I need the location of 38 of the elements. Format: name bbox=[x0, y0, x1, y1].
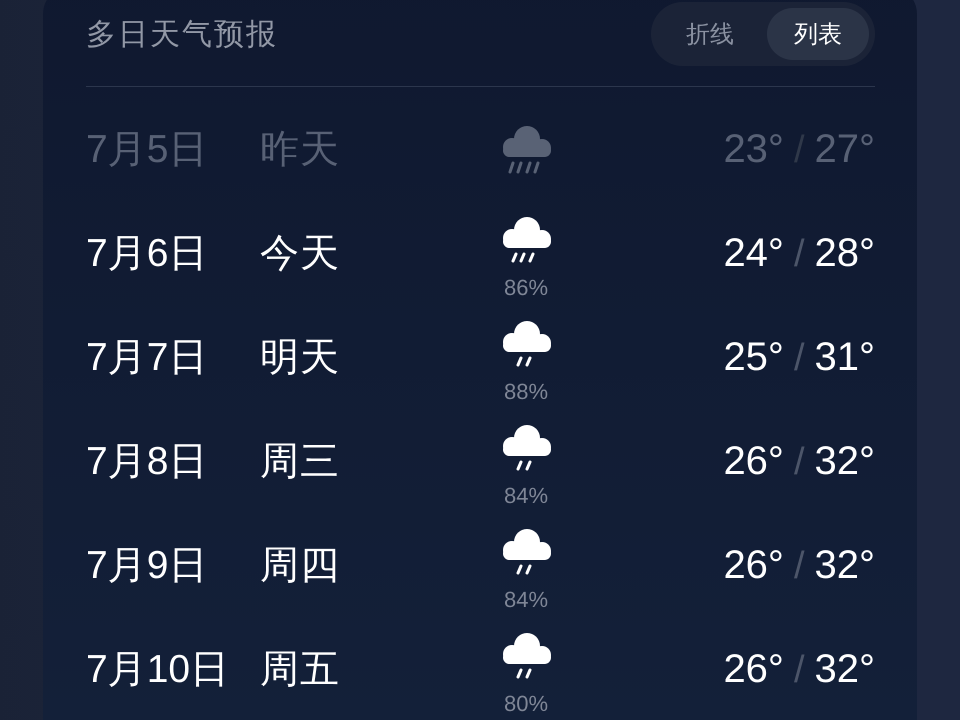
temperature-separator: / bbox=[794, 648, 804, 692]
temperature-separator: / bbox=[794, 128, 804, 172]
precipitation-chance: 84% bbox=[504, 483, 548, 509]
precipitation-chance: 80% bbox=[504, 691, 548, 717]
precipitation-chance: 88% bbox=[504, 379, 548, 405]
date-text: 7月5日 bbox=[86, 127, 208, 173]
high-temperature: 28° bbox=[814, 230, 875, 276]
temperature-separator: / bbox=[794, 544, 804, 588]
low-temperature: 24° bbox=[723, 230, 784, 276]
day-label: 明天 bbox=[260, 335, 340, 381]
day-label: 周三 bbox=[260, 439, 340, 485]
day-label: 今天 bbox=[260, 231, 340, 277]
high-temperature: 31° bbox=[814, 334, 875, 380]
date-text: 7月9日 bbox=[86, 543, 208, 589]
low-temperature: 25° bbox=[723, 334, 784, 380]
day-label: 昨天 bbox=[260, 127, 340, 173]
low-temperature: 26° bbox=[723, 542, 784, 588]
high-temperature: 32° bbox=[814, 646, 875, 692]
view-tab[interactable]: 列表 bbox=[767, 8, 869, 60]
temperature-separator: / bbox=[794, 440, 804, 484]
temperature-separator: / bbox=[794, 232, 804, 276]
precipitation-chance: 86% bbox=[504, 275, 548, 301]
date-text: 7月10日 bbox=[86, 647, 230, 693]
section-title: 多日天气预报 bbox=[86, 16, 278, 52]
low-temperature: 26° bbox=[723, 438, 784, 484]
date-text: 7月8日 bbox=[86, 439, 208, 485]
low-temperature: 23° bbox=[723, 126, 784, 172]
temperature-separator: / bbox=[794, 336, 804, 380]
date-text: 7月7日 bbox=[86, 335, 208, 381]
high-temperature: 32° bbox=[814, 438, 875, 484]
view-tab[interactable]: 折线 bbox=[659, 8, 761, 60]
date-text: 7月6日 bbox=[86, 231, 208, 277]
day-label: 周四 bbox=[260, 543, 340, 589]
high-temperature: 27° bbox=[814, 126, 875, 172]
day-label: 周五 bbox=[260, 647, 340, 693]
high-temperature: 32° bbox=[814, 542, 875, 588]
precipitation-chance: 84% bbox=[504, 587, 548, 613]
low-temperature: 26° bbox=[723, 646, 784, 692]
